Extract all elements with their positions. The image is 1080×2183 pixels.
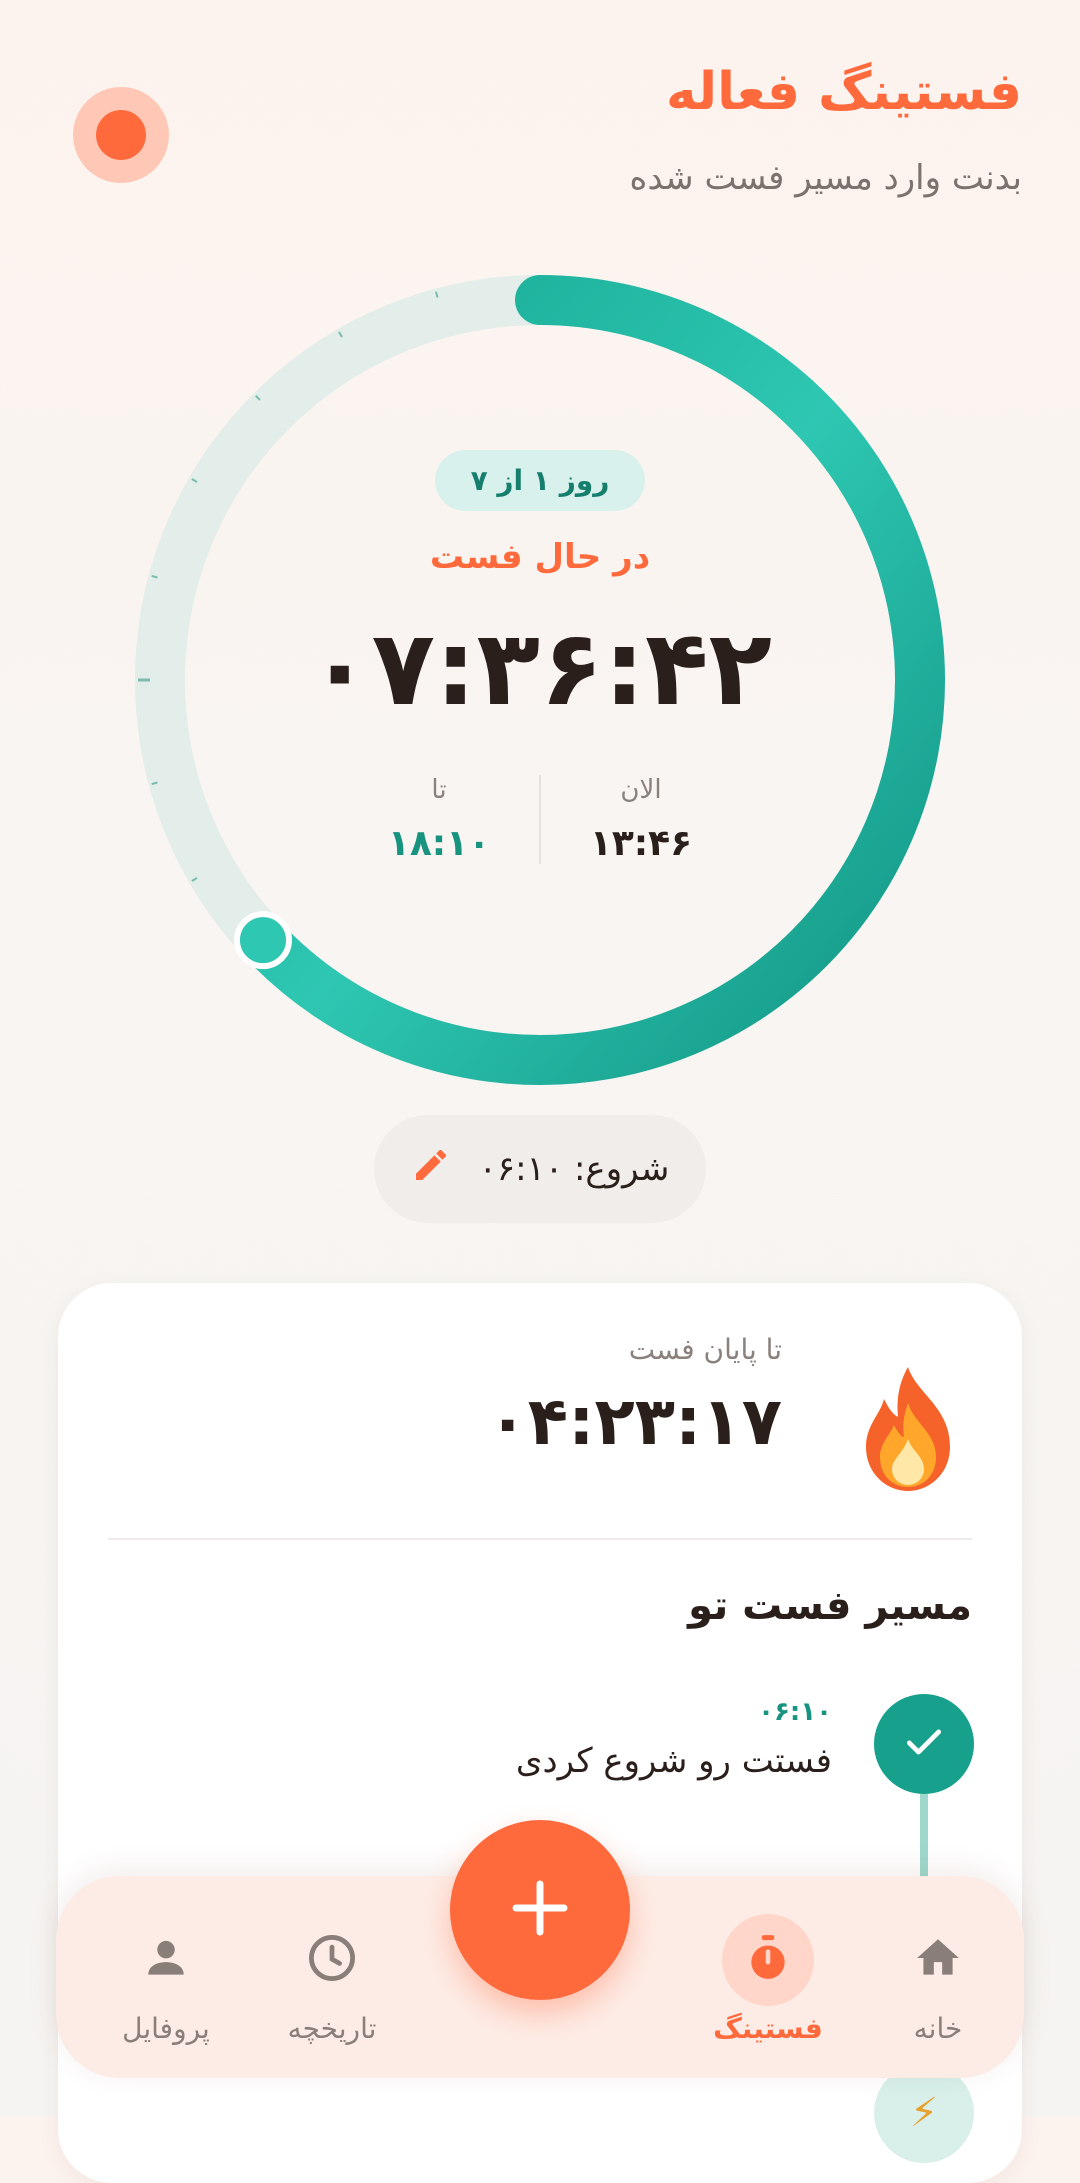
times-row: الان ۱۳:۴۶ تا ۱۸:۱۰ bbox=[343, 775, 737, 864]
pencil-icon bbox=[411, 1145, 451, 1194]
fasting-progress-ring: روز ۱ از ۷ در حال فست ۰۷:۳۶:۴۲ الان ۱۳:۴… bbox=[130, 270, 950, 1090]
timeline-connector bbox=[920, 1794, 928, 1884]
nav-item-fasting[interactable]: فستینگ bbox=[688, 1876, 848, 2078]
step-text: فستت رو شروع کردی bbox=[515, 1741, 832, 1781]
fire-icon bbox=[858, 1363, 958, 1493]
nav-label-fasting: فستینگ bbox=[713, 2012, 823, 2045]
nav-label-home: خانه bbox=[913, 2012, 963, 2045]
step-time: ۰۶:۱۰ bbox=[758, 1697, 832, 1727]
remaining-label: تا پایان فست bbox=[628, 1333, 782, 1366]
until-label: تا bbox=[431, 775, 447, 805]
stopwatch-icon bbox=[743, 1933, 793, 1987]
card-divider bbox=[108, 1538, 972, 1540]
status-dot bbox=[96, 110, 146, 160]
now-value: ۱۳:۴۶ bbox=[589, 823, 693, 864]
bolt-icon: ⚡ bbox=[909, 2090, 939, 2136]
now-time: الان ۱۳:۴۶ bbox=[545, 775, 737, 864]
nav-history-icon-box bbox=[286, 1914, 378, 2006]
step-done-indicator bbox=[874, 1694, 974, 1794]
nav-label-history: تاریخچه bbox=[287, 2012, 377, 2045]
person-icon bbox=[141, 1933, 191, 1987]
check-icon bbox=[902, 1720, 946, 1768]
add-button[interactable] bbox=[450, 1820, 630, 2000]
elapsed-timer: ۰۷:۳۶:۴۲ bbox=[307, 607, 773, 729]
nav-home-icon-box bbox=[892, 1914, 984, 2006]
remaining-timer: ۰۴:۲۳:۱۷ bbox=[487, 1383, 783, 1460]
clock-icon bbox=[306, 1932, 358, 1988]
status-indicator bbox=[73, 87, 169, 183]
day-badge: روز ۱ از ۷ bbox=[434, 450, 646, 511]
home-icon bbox=[913, 1933, 963, 1987]
start-time-label: شروع: ۰۶:۱۰ bbox=[478, 1149, 670, 1189]
step-upcoming-indicator: ⚡ bbox=[874, 2063, 974, 2163]
until-value: ۱۸:۱۰ bbox=[387, 823, 491, 864]
nav-item-home[interactable]: خانه bbox=[858, 1876, 1018, 2078]
fasting-state-label: در حال فست bbox=[429, 537, 651, 577]
until-time: تا ۱۸:۱۰ bbox=[343, 775, 535, 864]
nav-item-history[interactable]: تاریخچه bbox=[252, 1876, 412, 2078]
edit-start-time-button[interactable]: شروع: ۰۶:۱۰ bbox=[374, 1115, 706, 1223]
page-title: فستینگ فعاله bbox=[666, 62, 1022, 122]
now-label: الان bbox=[620, 775, 662, 805]
fast-path-title: مسیر فست تو bbox=[688, 1583, 972, 1629]
times-divider bbox=[539, 775, 541, 864]
nav-fasting-icon-box bbox=[722, 1914, 814, 2006]
page-subtitle: بدنت وارد مسیر فست شده bbox=[629, 158, 1023, 198]
plus-icon bbox=[508, 1876, 572, 1944]
nav-label-profile: پروفایل bbox=[122, 2012, 210, 2045]
nav-profile-icon-box bbox=[120, 1914, 212, 2006]
nav-item-profile[interactable]: پروفایل bbox=[86, 1876, 246, 2078]
